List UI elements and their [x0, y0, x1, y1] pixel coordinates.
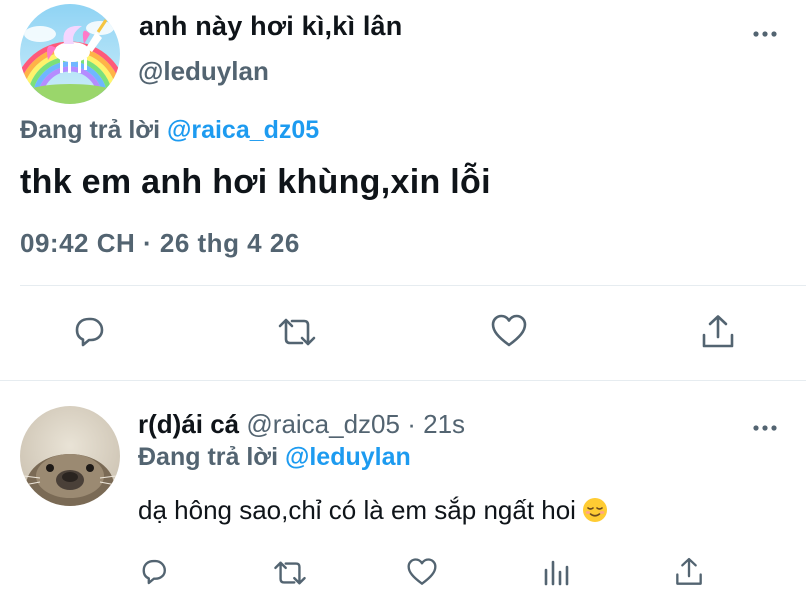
tweet-text-content: dạ hông sao,chỉ có là em sắp ngất hoi — [138, 495, 576, 525]
display-name[interactable]: r(d)ái cá — [138, 409, 239, 439]
share-icon[interactable] — [674, 556, 704, 588]
tweet-time-ago[interactable]: 21s — [423, 409, 465, 439]
replying-to-line: Đang trả lời @raica_dz05 — [20, 116, 319, 145]
tweet-timestamp[interactable]: 09:42 CH · 26 thg 4 26 — [20, 228, 300, 259]
unicorn-avatar-image — [20, 4, 120, 104]
share-icon[interactable] — [700, 313, 736, 351]
divider — [0, 380, 806, 381]
reply-icon[interactable] — [137, 556, 169, 588]
reply-header: r(d)ái cá @raica_dz05 · 21s — [138, 409, 465, 440]
analytics-icon[interactable] — [541, 558, 571, 586]
user-handle[interactable]: @leduylan — [138, 56, 269, 87]
mention-link[interactable]: @raica_dz05 — [167, 116, 319, 144]
separator-dot: · — [407, 409, 416, 439]
replying-to-label: Đang trả lời — [20, 116, 161, 144]
tweet-thread: anh này hơi kì,kì lân @leduylan Đang trả… — [0, 0, 806, 600]
display-name[interactable]: anh này hơi kì,kì lân — [139, 11, 402, 42]
replying-to-line: Đang trả lời @leduylan — [138, 443, 411, 472]
avatar[interactable] — [20, 406, 120, 506]
more-options-icon[interactable] — [750, 418, 780, 438]
tweet-text: dạ hông sao,chỉ có là em sắp ngất hoi — [138, 495, 608, 526]
avatar[interactable] — [20, 4, 120, 104]
like-icon[interactable] — [406, 557, 438, 587]
otter-avatar-image — [20, 406, 120, 506]
replying-to-label: Đang trả lời — [138, 443, 279, 471]
mention-link[interactable]: @leduylan — [285, 443, 411, 471]
retweet-icon[interactable] — [276, 315, 318, 349]
retweet-icon[interactable] — [272, 558, 308, 588]
user-handle[interactable]: @raica_dz05 — [246, 409, 400, 439]
divider — [20, 285, 806, 286]
reply-icon[interactable] — [69, 313, 107, 351]
like-icon[interactable] — [490, 313, 528, 349]
relieved-face-emoji — [582, 497, 608, 523]
more-options-icon[interactable] — [750, 24, 780, 44]
tweet-text: thk em anh hơi khùng,xin lỗi — [20, 163, 491, 201]
